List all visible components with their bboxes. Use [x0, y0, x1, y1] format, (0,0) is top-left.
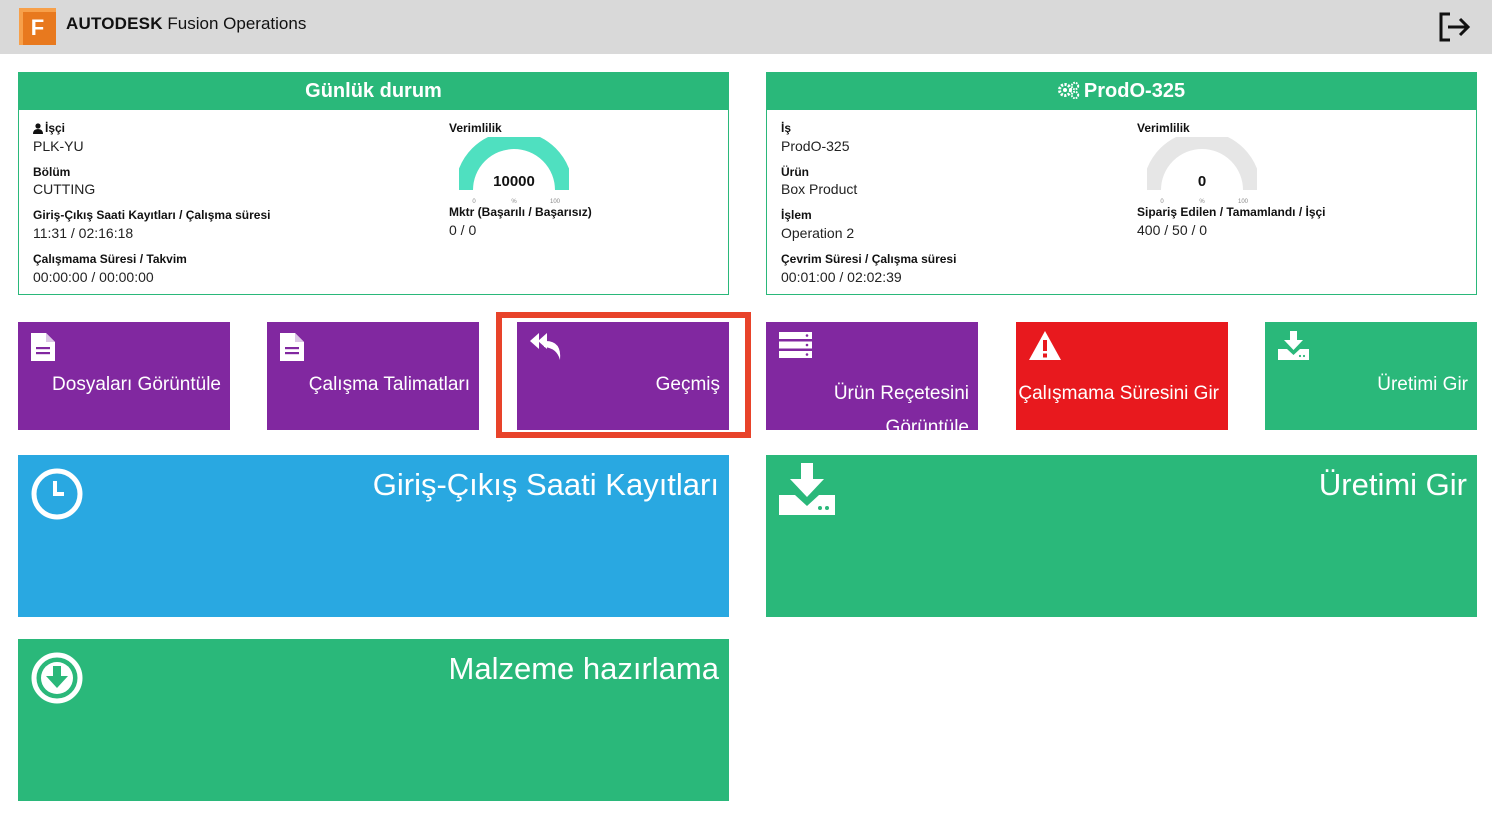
download-tray-icon	[1278, 331, 1309, 360]
downtime-label: Çalışmama Süresi / Takvim	[33, 252, 187, 266]
server-icon	[779, 332, 812, 358]
view-recipe-button[interactable]: Ürün Reçetesini Görüntüle	[766, 322, 978, 430]
department-value: CUTTING	[33, 181, 96, 197]
job-efficiency-gauge: 0 % 100 0	[1143, 131, 1277, 207]
enter-production-big-label: Üretimi Gir	[1318, 467, 1467, 502]
logo-letter: F	[31, 15, 44, 40]
view-recipe-label: Ürün Reçetesini	[833, 383, 969, 404]
worker-value: PLK-YU	[33, 138, 84, 154]
product-value: Box Product	[781, 181, 858, 197]
quantity-value: 0 / 0	[449, 222, 477, 238]
material-prep-label: Malzeme hazırlama	[448, 651, 719, 686]
enter-production-small-button[interactable]: Üretimi Gir	[1265, 322, 1477, 430]
job-value: ProdO-325	[781, 138, 850, 154]
enter-production-big-button[interactable]: Üretimi Gir	[766, 455, 1477, 617]
operation-label: İşlem	[781, 208, 812, 222]
product-label: Ürün	[781, 165, 809, 179]
top-bar: F AUTODESK Fusion Operations	[0, 0, 1492, 54]
brand-name: AUTODESK	[66, 14, 163, 33]
job-efficiency-label: Verimlilik	[1137, 121, 1190, 135]
job-panel: ProdO-325 İş ProdO-325 Ürün Box Product …	[766, 72, 1477, 295]
job-title-bar: ProdO-325	[767, 73, 1476, 110]
clock-value: 11:31 / 02:16:18	[33, 225, 134, 241]
view-files-button[interactable]: Dosyaları Görüntüle	[18, 322, 230, 430]
job-efficiency-value: 0	[1197, 173, 1207, 190]
arrow-circle-down-icon	[31, 652, 83, 704]
cycle-label: Çevrim Süresi / Çalışma süresi	[781, 252, 957, 266]
work-instructions-label: Çalışma Talimatları	[308, 374, 470, 395]
clock-label: Giriş-Çıkış Saati Kayıtları / Çalışma sü…	[33, 208, 271, 222]
job-title: ProdO-325	[1083, 80, 1186, 102]
downtime-value: 00:00:00 / 00:00:00	[33, 269, 154, 285]
department-label: Bölüm	[33, 165, 71, 179]
job-label: İş	[781, 121, 792, 135]
selection-highlight	[496, 312, 751, 438]
warning-icon	[1029, 331, 1061, 360]
efficiency-value: 10000	[493, 173, 535, 190]
material-prep-button[interactable]: Malzeme hazırlama	[18, 639, 729, 801]
operation-value: Operation 2	[781, 225, 855, 241]
clock-records-label: Giriş-Çıkış Saati Kayıtları	[372, 467, 719, 502]
daily-status-title: Günlük durum	[19, 73, 728, 110]
document-icon	[31, 333, 55, 361]
user-icon	[33, 123, 43, 134]
daily-status-panel: Günlük durum İşçi PLK-YU Bölüm CUTTING G…	[18, 72, 729, 295]
cycle-value: 00:01:00 / 02:02:39	[781, 269, 902, 285]
fusion-logo-icon: F	[19, 8, 56, 45]
app-title: AUTODESK Fusion Operations	[66, 14, 306, 34]
order-value: 400 / 50 / 0	[1137, 222, 1208, 238]
logout-icon[interactable]	[1436, 10, 1472, 44]
worker-label: İşçi	[45, 121, 66, 135]
enter-downtime-button[interactable]: Çalışmama Süresini Gir	[1016, 322, 1228, 430]
order-label: Sipariş Edilen / Tamamlandı / İşçi	[1137, 205, 1326, 219]
gears-icon	[1057, 81, 1080, 100]
efficiency-label: Verimlilik	[449, 121, 502, 135]
document-icon	[280, 333, 304, 361]
enter-production-small-label: Üretimi Gir	[1377, 374, 1468, 395]
clock-icon	[31, 468, 83, 520]
clock-records-button[interactable]: Giriş-Çıkış Saati Kayıtları	[18, 455, 729, 617]
view-recipe-label-cont: Görüntüle	[885, 417, 969, 430]
work-instructions-button[interactable]: Çalışma Talimatları	[267, 322, 479, 430]
quantity-label: Mktr (Başarılı / Başarısız)	[449, 205, 592, 219]
enter-downtime-label: Çalışmama Süresini Gir	[1018, 383, 1219, 404]
download-tray-icon	[779, 463, 835, 515]
product-name: Fusion Operations	[162, 14, 307, 33]
view-files-label: Dosyaları Görüntüle	[52, 374, 221, 395]
efficiency-gauge: 0 % 100 10000	[455, 131, 589, 207]
